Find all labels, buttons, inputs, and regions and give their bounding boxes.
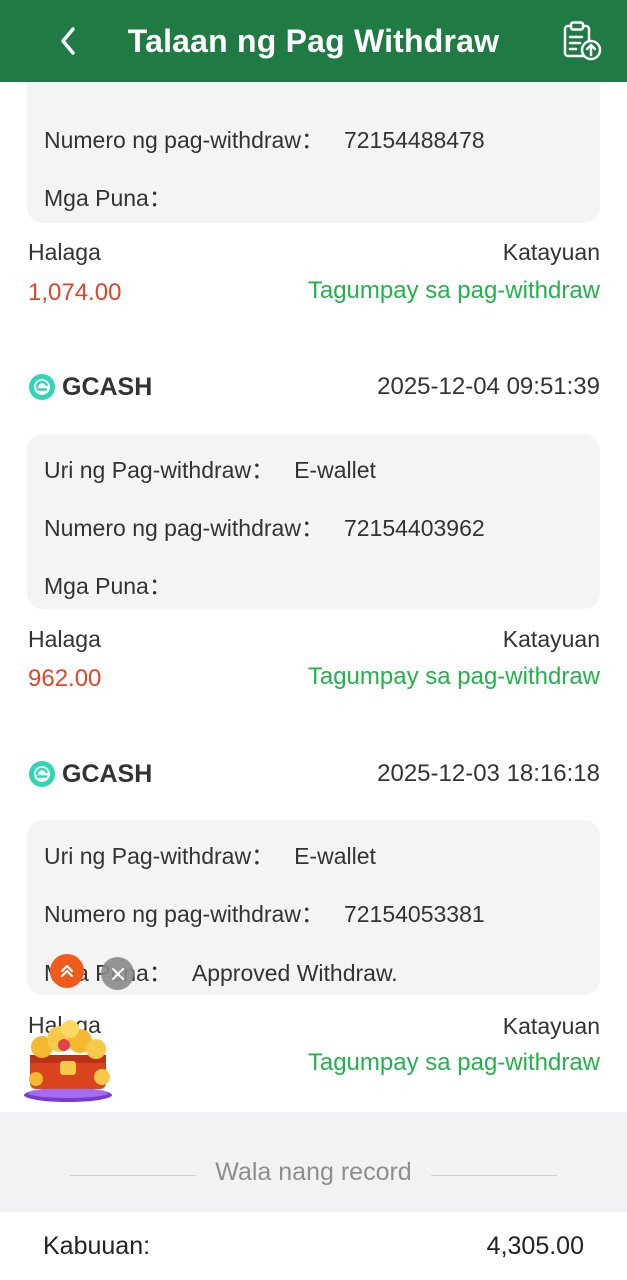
- provider-name: GCASH: [62, 372, 153, 401]
- end-of-list: Wala nang record: [0, 1112, 627, 1212]
- remarks-line: Mga Puna：: [44, 567, 192, 601]
- gcash-logo-icon: [29, 761, 55, 787]
- app-header: Talaan ng Pag Withdraw: [0, 0, 627, 82]
- provider: GCASH: [28, 373, 152, 402]
- total-value: 4,305.00: [486, 1232, 584, 1260]
- status-label: Katayuan: [502, 1013, 600, 1039]
- provider: GCASH: [28, 760, 152, 789]
- withdraw-number-value: 72154403962: [343, 515, 485, 541]
- record-datetime: 2025-12-03 18:16:18: [377, 760, 600, 787]
- withdraw-type-line: Uri ng Pag-withdraw： E-wallet: [44, 451, 376, 485]
- record-card: GCASH 2025-12-04 09:51:39 Uri ng Pag-wit…: [0, 340, 627, 727]
- withdraw-type-label: Uri ng Pag-withdraw：: [44, 843, 275, 869]
- withdraw-number-line: Numero ng pag-withdraw： 72154053381: [44, 895, 485, 929]
- status-label: Katayuan: [502, 626, 600, 652]
- scroll-top-button[interactable]: [50, 954, 84, 988]
- double-chevron-up-icon: [60, 964, 74, 978]
- remarks-value: Approved Withdraw.: [191, 960, 398, 986]
- withdraw-number-label: Numero ng pag-withdraw：: [44, 901, 324, 927]
- clipboard-upload-icon[interactable]: [561, 20, 603, 62]
- record-details: Uri ng Pag-withdraw： E-wallet Numero ng p…: [27, 434, 600, 609]
- provider-name: GCASH: [62, 759, 153, 788]
- remarks-line: Mga Puna：Approved Withdraw.: [44, 954, 398, 988]
- withdraw-type-line: Uri ng Pag-withdraw： E-wallet: [44, 837, 376, 871]
- status-value: Tagumpay sa pag-withdraw: [307, 663, 600, 690]
- amount-label: Halaga: [28, 626, 101, 652]
- withdraw-number-line: Numero ng pag-withdraw： 72154488478: [44, 121, 485, 155]
- withdraw-number-label: Numero ng pag-withdraw：: [44, 127, 324, 153]
- total-bar: Kabuuan: 4,305.00: [0, 1212, 627, 1280]
- close-icon: [111, 967, 124, 980]
- withdraw-number-value: 72154488478: [343, 127, 485, 153]
- back-button[interactable]: [50, 22, 86, 60]
- withdraw-number-label: Numero ng pag-withdraw：: [44, 515, 324, 541]
- close-floating-button[interactable]: [101, 957, 134, 990]
- record-datetime: 2025-12-04 09:51:39: [377, 373, 600, 400]
- status-value: Tagumpay sa pag-withdraw: [307, 277, 600, 304]
- withdraw-type-label: Uri ng Pag-withdraw：: [44, 457, 275, 483]
- amount-label: Halaga: [28, 239, 101, 265]
- total-label: Kabuuan:: [43, 1232, 151, 1260]
- withdraw-type-value: E-wallet: [294, 457, 376, 483]
- status-value: Tagumpay sa pag-withdraw: [307, 1049, 600, 1076]
- remarks-label: Mga Puna：: [44, 185, 172, 211]
- no-more-records-text: Wala nang record: [215, 1158, 412, 1186]
- treasure-chest-icon[interactable]: [22, 1015, 114, 1103]
- remarks-label: Mga Puna：: [44, 573, 172, 599]
- gcash-logo-icon: [29, 374, 55, 400]
- divider: [431, 1175, 557, 1176]
- status-label: Katayuan: [502, 239, 600, 265]
- amount-value: 962.00: [28, 665, 102, 692]
- page-title: Talaan ng Pag Withdraw: [127, 22, 500, 59]
- remarks-line: Mga Puna：: [44, 179, 172, 213]
- withdraw-type-value: E-wallet: [294, 843, 376, 869]
- withdraw-number-value: 72154053381: [343, 901, 485, 927]
- withdraw-number-line: Numero ng pag-withdraw： 72154403962: [44, 509, 485, 543]
- chevron-left-icon: [61, 27, 75, 55]
- amount-value: 1,074.00: [28, 279, 122, 306]
